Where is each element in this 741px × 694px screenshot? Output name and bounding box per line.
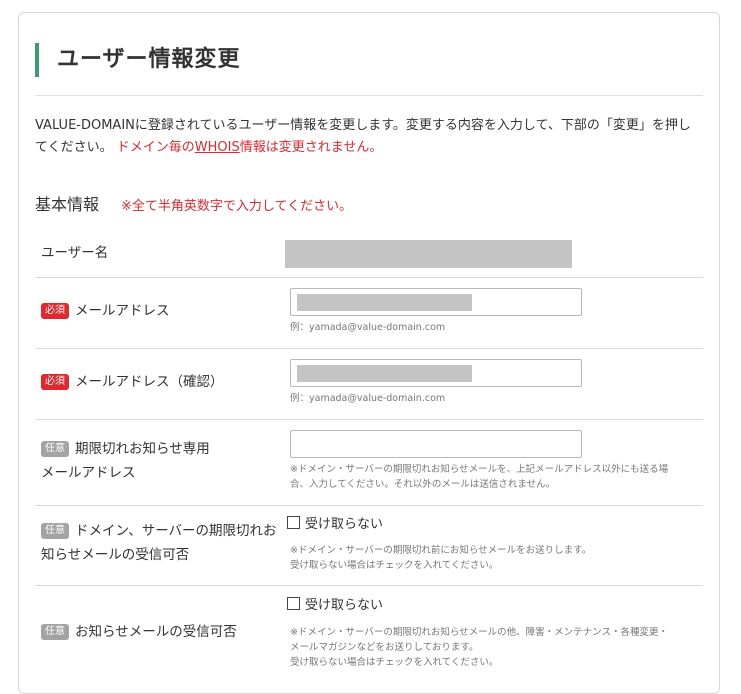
expiry-email-label-1: 期限切れお知らせ専用 (75, 441, 210, 457)
email-confirm-row: 必須 メールアドレス（確認） 例：yamada@value-domain.com (35, 348, 703, 420)
username-row: ユーザー名 (35, 231, 703, 278)
section-heading: 基本情報 (35, 195, 100, 214)
email-confirm-value (297, 365, 472, 382)
optional-badge: 任意 (41, 624, 69, 640)
email-value (297, 294, 472, 311)
email-input[interactable] (290, 288, 582, 316)
notice-mail-row: 任意 お知らせメールの受信可否 受け取らない ※ドメイン・サーバーの期限切れお知ら… (35, 585, 703, 685)
required-badge: 必須 (41, 374, 69, 390)
optional-badge: 任意 (41, 523, 69, 539)
expiry-notice-checkbox[interactable] (287, 516, 300, 529)
username-label: ユーザー名 (41, 245, 109, 261)
page-title: ユーザー情報変更 (35, 43, 241, 77)
expiry-email-help: ※ドメイン・サーバーの期限切れお知らせメールを、上記メールアドレス以外にも送る場… (290, 464, 669, 490)
email-confirm-help: 例：yamada@value-domain.com (290, 393, 446, 404)
notice-mail-checkbox-row[interactable]: 受け取らない (287, 597, 383, 615)
email-confirm-label: メールアドレス（確認） (75, 374, 224, 390)
email-row: 必須 メールアドレス 例：yamada@value-domain.com (35, 277, 703, 349)
expiry-notice-row: 任意 ドメイン、サーバーの期限切れお 知らせメールの受信可否 受け取らない ※ドメ… (35, 505, 703, 586)
expiry-notice-checkbox-row[interactable]: 受け取らない (287, 516, 383, 534)
title-divider (35, 95, 703, 96)
expiry-notice-help: ※ドメイン・サーバーの期限切れ前にお知らせメールをお送りします。 受け取らない場… (290, 545, 592, 571)
expiry-email-input[interactable] (290, 430, 582, 458)
email-confirm-input[interactable] (290, 359, 582, 387)
required-badge: 必須 (41, 303, 69, 319)
user-info-card: ユーザー情報変更 VALUE-DOMAINに登録されているユーザー情報を変更しま… (18, 12, 720, 694)
whois-warning-suffix: 情報は変更されません。 (239, 140, 383, 155)
expiry-email-label-2: メールアドレス (41, 465, 136, 481)
intro-paragraph: VALUE-DOMAINに登録されているユーザー情報を変更します。変更する内容を… (35, 115, 700, 159)
email-help: 例：yamada@value-domain.com (290, 322, 446, 333)
notice-mail-label: お知らせメールの受信可否 (75, 624, 237, 640)
expiry-email-row: 任意 期限切れお知らせ専用 メールアドレス ※ドメイン・サーバーの期限切れお知らせ… (35, 419, 703, 506)
whois-warning-prefix: ドメイン毎の (116, 140, 195, 155)
notice-mail-help: ※ドメイン・サーバーの期限切れお知らせメールの他、障害・メンテナンス・各種変更・… (290, 627, 668, 668)
section-note: ※全て半角英数字で入力してください。 (121, 199, 353, 214)
optional-badge: 任意 (41, 441, 69, 457)
notice-mail-checkbox[interactable] (287, 597, 300, 610)
expiry-notice-label-1: ドメイン、サーバーの期限切れお (75, 523, 277, 539)
email-label: メールアドレス (75, 303, 170, 319)
expiry-notice-label-2: 知らせメールの受信可否 (41, 547, 190, 563)
whois-link[interactable]: WHOIS (195, 140, 240, 155)
notice-mail-checkbox-label[interactable]: 受け取らない (305, 598, 383, 613)
username-value (285, 240, 572, 268)
expiry-notice-checkbox-label[interactable]: 受け取らない (305, 517, 383, 532)
